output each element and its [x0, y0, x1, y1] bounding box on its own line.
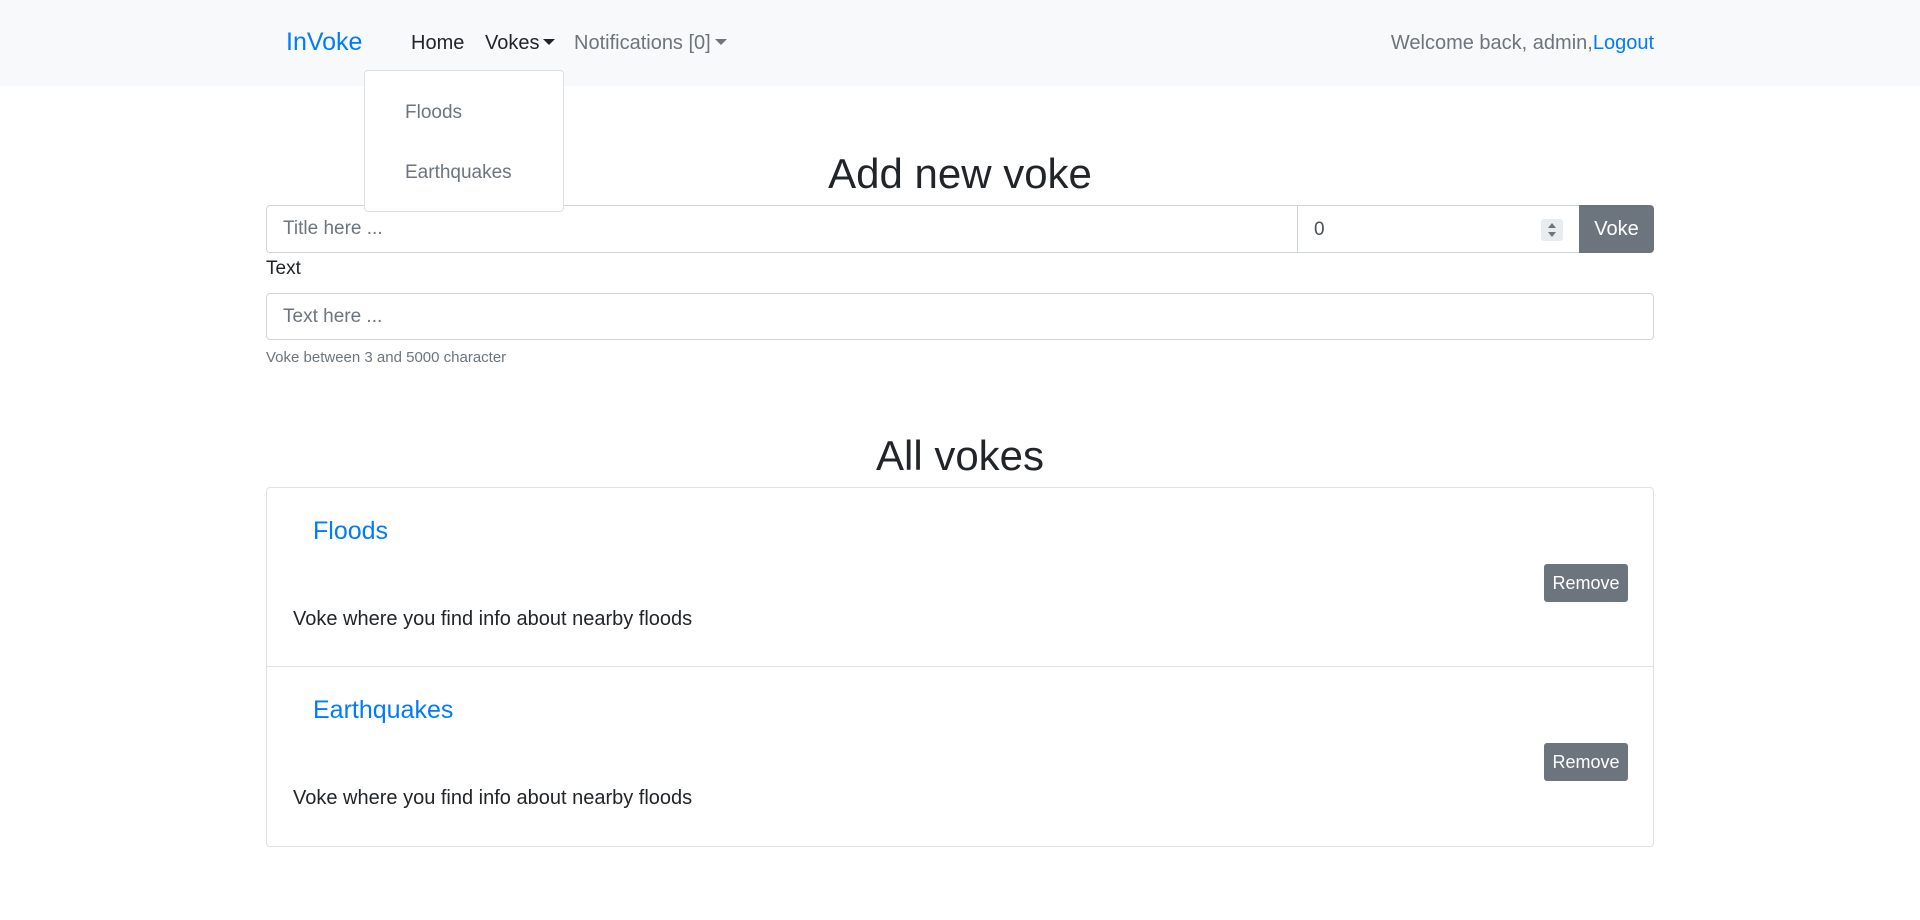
navbar: InVoke Home Vokes Notifications [0] Welc… [0, 0, 1920, 86]
all-vokes-heading: All vokes [875, 432, 1045, 479]
nav-vokes-label: Vokes [485, 32, 540, 54]
number-value: 0 [1314, 219, 1325, 240]
remove-button[interactable]: Remove [1544, 564, 1628, 602]
remove-button[interactable]: Remove [1544, 743, 1628, 781]
spin-down-icon[interactable] [1548, 232, 1556, 237]
text-input[interactable] [266, 293, 1654, 340]
nav-notifications-dropdown-toggle[interactable]: Notifications [0] [574, 32, 727, 55]
number-input[interactable]: 0 [1297, 205, 1580, 253]
vokes-dropdown-menu: Floods Earthquakes [364, 70, 564, 212]
nav-home-link[interactable]: Home [411, 32, 464, 55]
add-voke-heading: Add new voke [828, 150, 1092, 197]
nav-vokes-dropdown-toggle[interactable]: Vokes [485, 32, 556, 55]
logout-link[interactable]: Logout [1593, 32, 1654, 54]
caret-down-icon [543, 39, 556, 45]
help-text: Voke between 3 and 5000 character [266, 349, 507, 366]
title-input[interactable] [266, 205, 1298, 253]
dropdown-item-earthquakes[interactable]: Earthquakes [405, 162, 512, 184]
caret-down-icon [714, 39, 727, 45]
voke-title-link[interactable]: Earthquakes [313, 696, 453, 725]
spin-up-icon[interactable] [1548, 223, 1556, 228]
voke-description: Voke where you find info about nearby fl… [293, 608, 693, 630]
voke-button[interactable]: Voke [1579, 205, 1654, 253]
dropdown-item-floods[interactable]: Floods [405, 102, 462, 124]
text-label: Text [266, 258, 301, 279]
number-spinner[interactable] [1541, 219, 1563, 241]
nav-notifications-label: Notifications [0] [574, 32, 711, 54]
vokes-list: Floods Remove Voke where you find info a… [266, 487, 1654, 847]
voke-description: Voke where you find info about nearby fl… [293, 787, 693, 809]
welcome-text: Welcome back, admin,Logout [1391, 32, 1654, 55]
welcome-label: Welcome back, admin, [1390, 32, 1593, 54]
list-item: Earthquakes Remove Voke where you find i… [267, 667, 1653, 846]
brand-link[interactable]: InVoke [286, 28, 362, 57]
list-item: Floods Remove Voke where you find info a… [267, 488, 1653, 667]
voke-title-link[interactable]: Floods [313, 517, 388, 546]
